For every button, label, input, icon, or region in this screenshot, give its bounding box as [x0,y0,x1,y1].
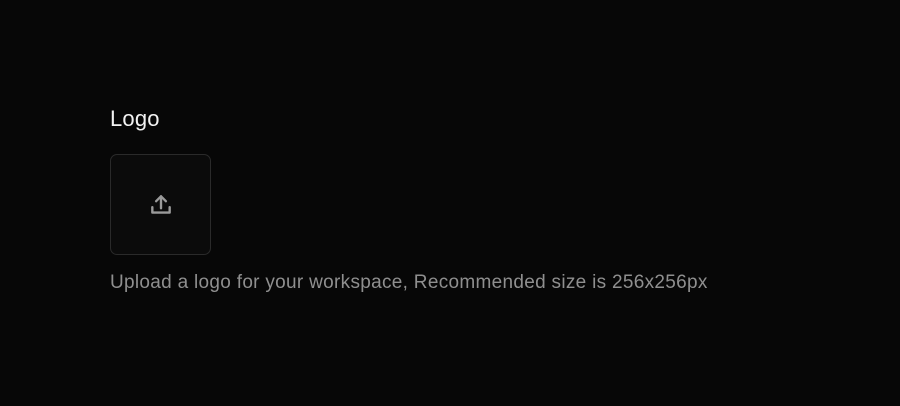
workspace-settings-panel: Logo Upload a logo for your workspace, R… [0,0,900,406]
upload-icon [148,192,174,218]
logo-field: Logo Upload a logo for your workspace, R… [110,105,708,295]
logo-upload-button[interactable] [110,154,211,255]
logo-field-title: Logo [110,106,160,131]
logo-help-text: Upload a logo for your workspace, Recomm… [110,272,708,293]
